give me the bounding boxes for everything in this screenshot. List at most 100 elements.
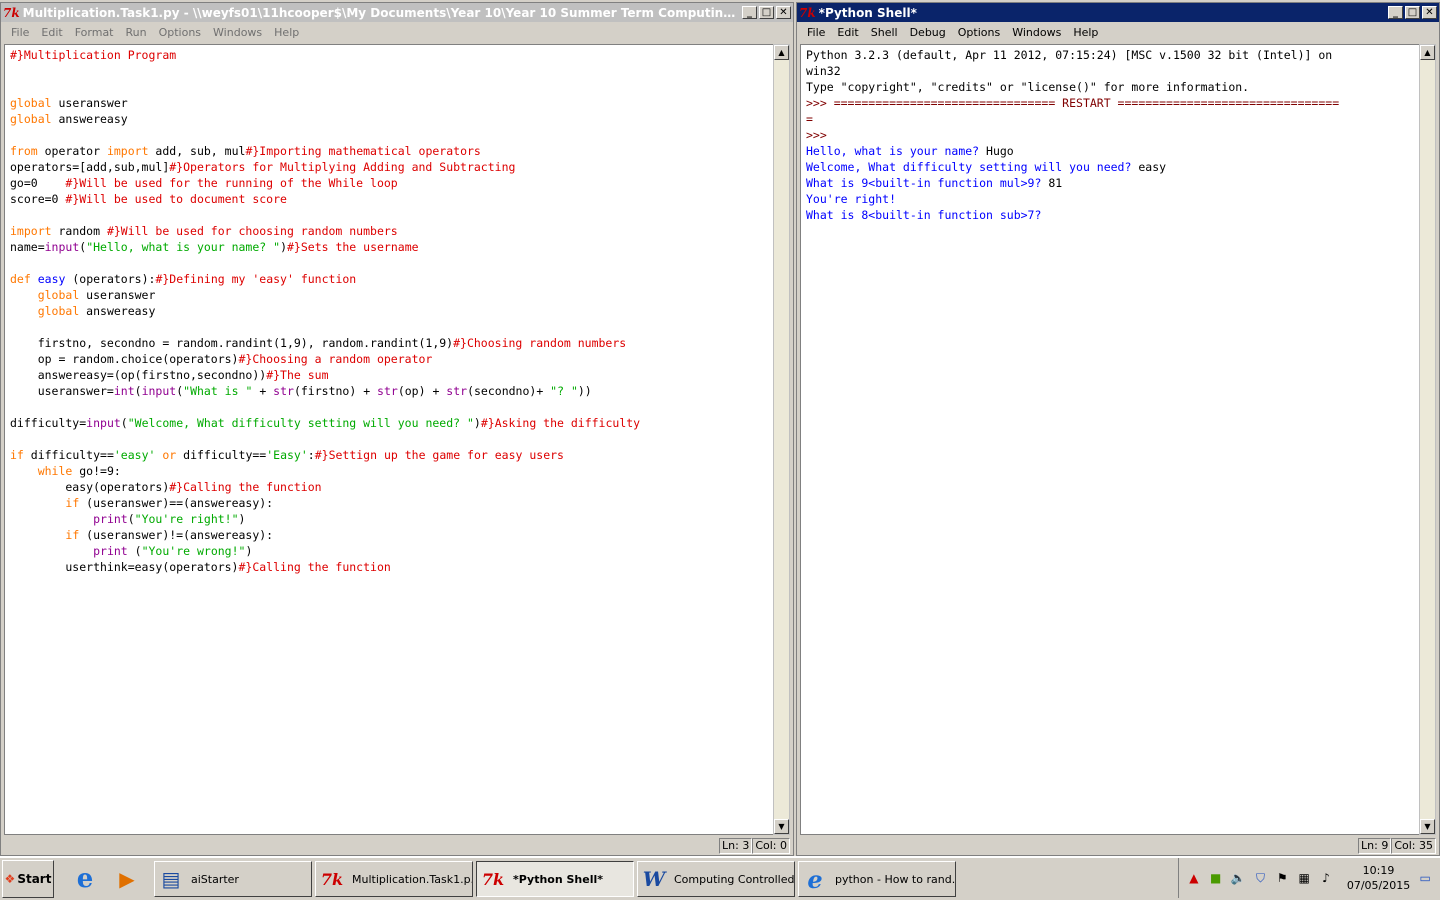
shell-menu-windows[interactable]: Windows xyxy=(1006,26,1067,39)
ie-icon[interactable]: e xyxy=(70,864,100,894)
code-token: difficulty== xyxy=(176,448,267,462)
show-desktop-icon[interactable]: ▭ xyxy=(1418,870,1432,886)
editor-menu-windows[interactable]: Windows xyxy=(207,26,268,39)
taskbar-button[interactable]: W Computing Controlled... xyxy=(637,861,795,897)
scroll-up-arrow-icon[interactable]: ▲ xyxy=(774,45,789,60)
code-token: (secondno)+ xyxy=(467,384,551,398)
code-token: input xyxy=(141,384,177,398)
tk-icon: 7k xyxy=(320,869,344,889)
editor-code[interactable]: #}Multiplication Program global useranswe… xyxy=(5,45,773,577)
shell-scrollbar[interactable]: ▲ ▼ xyxy=(1419,44,1436,835)
code-token: operators=[add,sub,mul] xyxy=(10,160,170,174)
code-token: go=0 xyxy=(10,176,66,190)
close-button[interactable]: ✕ xyxy=(776,6,791,19)
editor-menu-format[interactable]: Format xyxy=(69,26,120,39)
shell-text-area[interactable]: Python 3.2.3 (default, Apr 11 2012, 07:1… xyxy=(800,44,1420,835)
code-line: name=input("Hello, what is your name? ")… xyxy=(10,239,768,255)
volume-icon[interactable]: 🔈 xyxy=(1231,870,1246,886)
code-token: op = random.choice(operators) xyxy=(10,352,239,366)
scroll-up-arrow-icon[interactable]: ▲ xyxy=(1420,45,1435,60)
close-button[interactable]: ✕ xyxy=(1422,6,1437,19)
code-token: (op) + xyxy=(397,384,447,398)
code-token: ( xyxy=(127,512,135,526)
editor-menu-help[interactable]: Help xyxy=(268,26,305,39)
scroll-down-arrow-icon[interactable]: ▼ xyxy=(1420,819,1435,834)
maximize-button[interactable]: □ xyxy=(759,6,774,19)
tk-icon: 7k xyxy=(799,5,816,20)
editor-menu-file[interactable]: File xyxy=(5,26,35,39)
code-line: firstno, secondno = random.randint(1,9),… xyxy=(10,335,768,351)
minimize-button[interactable]: _ xyxy=(1388,6,1403,19)
shell-menu-file[interactable]: File xyxy=(801,26,831,39)
code-token: while xyxy=(37,464,73,478)
code-token: = xyxy=(806,112,813,126)
shell-menu-edit[interactable]: Edit xyxy=(831,26,864,39)
clock-date: 07/05/2015 xyxy=(1346,879,1411,892)
code-line: You're right! xyxy=(806,191,1414,207)
editor-text-area[interactable]: #}Multiplication Program global useranswe… xyxy=(4,44,774,835)
editor-menu-options[interactable]: Options xyxy=(153,26,207,39)
code-token: You're right! xyxy=(806,192,897,206)
network-icon[interactable]: ▦ xyxy=(1297,870,1311,886)
shell-title: *Python Shell* xyxy=(818,5,917,20)
clock[interactable]: 10:19 07/05/2015 xyxy=(1347,863,1410,893)
editor-scrollbar[interactable]: ▲ ▼ xyxy=(773,44,790,835)
code-token: #}Settign up the game for easy users xyxy=(314,448,564,462)
taskbar: ❖ Start e ▶ ▤ aiStarter 7k Multiplication.T… xyxy=(0,856,1440,900)
taskbar-button[interactable]: e python - How to rand... xyxy=(798,861,956,897)
shell-menu-shell[interactable]: Shell xyxy=(865,26,904,39)
shell-menu-options[interactable]: Options xyxy=(952,26,1006,39)
column-number: Col: 35 xyxy=(1391,838,1436,854)
code-token: 'easy' xyxy=(113,448,156,462)
code-token: score=0 xyxy=(10,192,66,206)
nvidia-icon[interactable]: ■ xyxy=(1209,870,1223,886)
editor-menu-run[interactable]: Run xyxy=(120,26,153,39)
code-token: #}Importing mathematical operators xyxy=(245,144,481,158)
code-token: >>> ================================ RES… xyxy=(806,96,1340,110)
code-token: input xyxy=(86,416,121,430)
shell-titlebar[interactable]: 7k *Python Shell* _ □ ✕ xyxy=(797,3,1439,22)
minimize-button[interactable]: _ xyxy=(742,6,757,19)
editor-menu-edit[interactable]: Edit xyxy=(35,26,68,39)
editor-titlebar[interactable]: 7k Multiplication.Task1.py - \\weyfs01\1… xyxy=(1,3,793,22)
taskbar-button[interactable]: ▤ aiStarter xyxy=(154,861,312,897)
acrobat-icon[interactable]: ▲ xyxy=(1187,870,1201,886)
media-player-icon[interactable]: ▶ xyxy=(112,864,142,894)
security-shield-icon[interactable]: ⛉ xyxy=(1254,870,1268,886)
start-button[interactable]: ❖ Start xyxy=(2,860,54,898)
code-token: ( xyxy=(127,544,142,558)
code-token: #}Will be used for the running of the Wh… xyxy=(65,176,398,190)
quick-launch: e ▶ xyxy=(70,864,142,894)
code-token: print xyxy=(93,512,128,526)
taskbar-button[interactable]: 7k Multiplication.Task1.p... xyxy=(315,861,473,897)
maximize-button[interactable]: □ xyxy=(1405,6,1420,19)
code-token: str xyxy=(446,384,468,398)
line-number: Ln: 3 xyxy=(719,838,753,854)
scroll-down-arrow-icon[interactable]: ▼ xyxy=(774,819,789,834)
code-token: #}Calling the function xyxy=(169,480,322,494)
code-line: Python 3.2.3 (default, Apr 11 2012, 07:1… xyxy=(806,47,1414,63)
editor-menubar: File Edit Format Run Options Windows Help xyxy=(1,22,793,42)
shell-window[interactable]: 7k *Python Shell* _ □ ✕ File Edit Shell Deb… xyxy=(796,2,1440,856)
editor-window[interactable]: 7k Multiplication.Task1.py - \\weyfs01\1… xyxy=(0,2,794,856)
code-line: from operator import add, sub, mul#}Impo… xyxy=(10,143,768,159)
shell-menu-help[interactable]: Help xyxy=(1067,26,1104,39)
code-line: print("You're right!") xyxy=(10,511,768,527)
shell-output[interactable]: Python 3.2.3 (default, Apr 11 2012, 07:1… xyxy=(801,45,1419,225)
clock-time: 10:19 xyxy=(1362,864,1395,877)
code-token: str xyxy=(273,384,294,398)
flag-icon[interactable]: ⚑ xyxy=(1275,870,1289,886)
code-token: global xyxy=(37,288,80,302)
code-token: int xyxy=(113,384,135,398)
speaker-icon[interactable]: ♪ xyxy=(1319,870,1333,886)
code-token: add, sub, mul xyxy=(148,144,246,158)
shell-menu-debug[interactable]: Debug xyxy=(904,26,952,39)
code-line: op = random.choice(operators)#}Choosing … xyxy=(10,351,768,367)
taskbar-button[interactable]: 7k *Python Shell* xyxy=(476,861,634,897)
